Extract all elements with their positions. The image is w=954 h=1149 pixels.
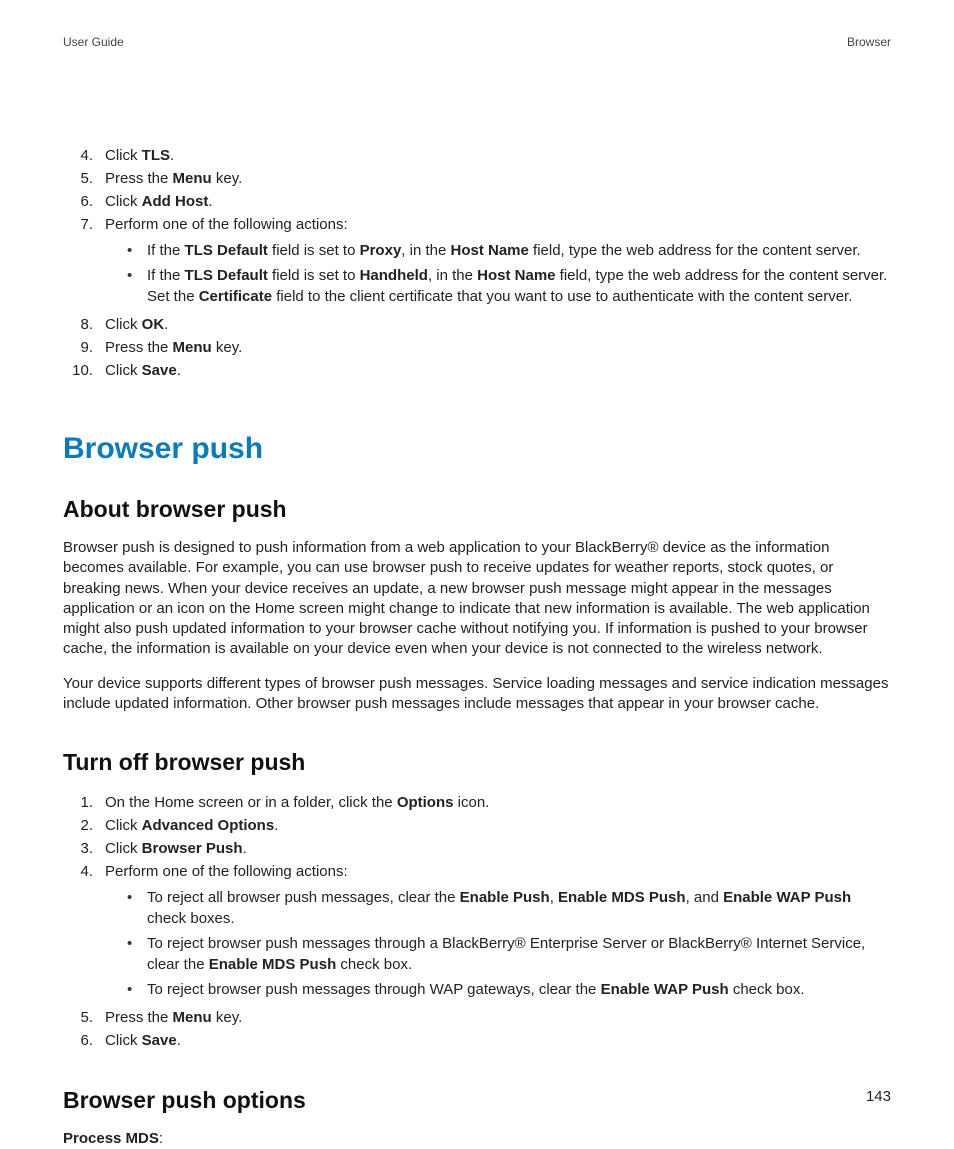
options-title: Browser push options — [63, 1087, 891, 1114]
sub-list: To reject all browser push messages, cle… — [127, 885, 891, 1002]
list-item-number: 1. — [63, 792, 105, 813]
steps-list-continued: 4.Click TLS.5.Press the Menu key.6.Click… — [63, 144, 891, 382]
turnoff-title: Turn off browser push — [63, 749, 891, 776]
turnoff-steps-list: 1.On the Home screen or in a folder, cli… — [63, 791, 891, 1052]
list-item: 8.Click OK. — [63, 313, 891, 336]
list-item-body: Click Browser Push. — [105, 838, 891, 859]
list-item-body: Click Add Host. — [105, 191, 891, 212]
sub-list-item: To reject browser push messages through … — [127, 931, 891, 977]
turnoff-block: Turn off browser push 1.On the Home scre… — [63, 749, 891, 1052]
list-item: 6.Click Save. — [63, 1029, 891, 1052]
page-header: User Guide Browser — [63, 35, 891, 49]
list-item-number: 7. — [63, 214, 105, 312]
list-item-body: Perform one of the following actions:If … — [105, 214, 891, 312]
list-item-body: Press the Menu key. — [105, 337, 891, 358]
section-title: Browser push — [63, 432, 891, 466]
sub-list-item: To reject all browser push messages, cle… — [127, 885, 891, 931]
list-item-number: 3. — [63, 838, 105, 859]
list-item: 2.Click Advanced Options. — [63, 814, 891, 837]
list-item: 4.Perform one of the following actions:T… — [63, 860, 891, 1006]
header-left: User Guide — [63, 35, 124, 49]
list-item-body: Click Advanced Options. — [105, 815, 891, 836]
about-title: About browser push — [63, 496, 891, 523]
list-item: 9.Press the Menu key. — [63, 336, 891, 359]
about-paragraph-2: Your device supports different types of … — [63, 674, 891, 715]
list-item-body: Click Save. — [105, 360, 891, 381]
list-item-body: Click Save. — [105, 1030, 891, 1051]
about-block: About browser push Browser push is desig… — [63, 496, 891, 714]
list-item-body: Click OK. — [105, 314, 891, 335]
list-item-number: 5. — [63, 1007, 105, 1028]
sub-list-item: To reject browser push messages through … — [127, 977, 891, 1002]
list-item: 7.Perform one of the following actions:I… — [63, 213, 891, 313]
list-item-body: Press the Menu key. — [105, 168, 891, 189]
list-item-number: 6. — [63, 191, 105, 212]
list-item: 4.Click TLS. — [63, 144, 891, 167]
sub-list: If the TLS Default field is set to Proxy… — [127, 238, 891, 309]
list-item-number: 5. — [63, 168, 105, 189]
options-block: Browser push options Process MDS: — [63, 1087, 891, 1149]
list-item-number: 8. — [63, 314, 105, 335]
list-item-number: 2. — [63, 815, 105, 836]
list-item: 10.Click Save. — [63, 359, 891, 382]
sub-list-item: If the TLS Default field is set to Proxy… — [127, 238, 891, 263]
list-item-number: 6. — [63, 1030, 105, 1051]
options-paragraph-1: Process MDS: — [63, 1129, 891, 1149]
page-number: 143 — [866, 1088, 891, 1105]
list-item: 3.Click Browser Push. — [63, 837, 891, 860]
sub-list-item: If the TLS Default field is set to Handh… — [127, 263, 891, 309]
list-item-number: 10. — [63, 360, 105, 381]
list-item: 6.Click Add Host. — [63, 190, 891, 213]
list-item: 5.Press the Menu key. — [63, 1006, 891, 1029]
about-paragraph-1: Browser push is designed to push informa… — [63, 538, 891, 660]
list-item-body: Perform one of the following actions:To … — [105, 861, 891, 1005]
list-item: 5.Press the Menu key. — [63, 167, 891, 190]
page: User Guide Browser 4.Click TLS.5.Press t… — [0, 0, 954, 1145]
list-item-body: Click TLS. — [105, 145, 891, 166]
list-item-number: 4. — [63, 861, 105, 1005]
header-right: Browser — [847, 35, 891, 49]
list-item-body: Press the Menu key. — [105, 1007, 891, 1028]
list-item-body: On the Home screen or in a folder, click… — [105, 792, 891, 813]
list-item-number: 9. — [63, 337, 105, 358]
list-item: 1.On the Home screen or in a folder, cli… — [63, 791, 891, 814]
list-item-number: 4. — [63, 145, 105, 166]
